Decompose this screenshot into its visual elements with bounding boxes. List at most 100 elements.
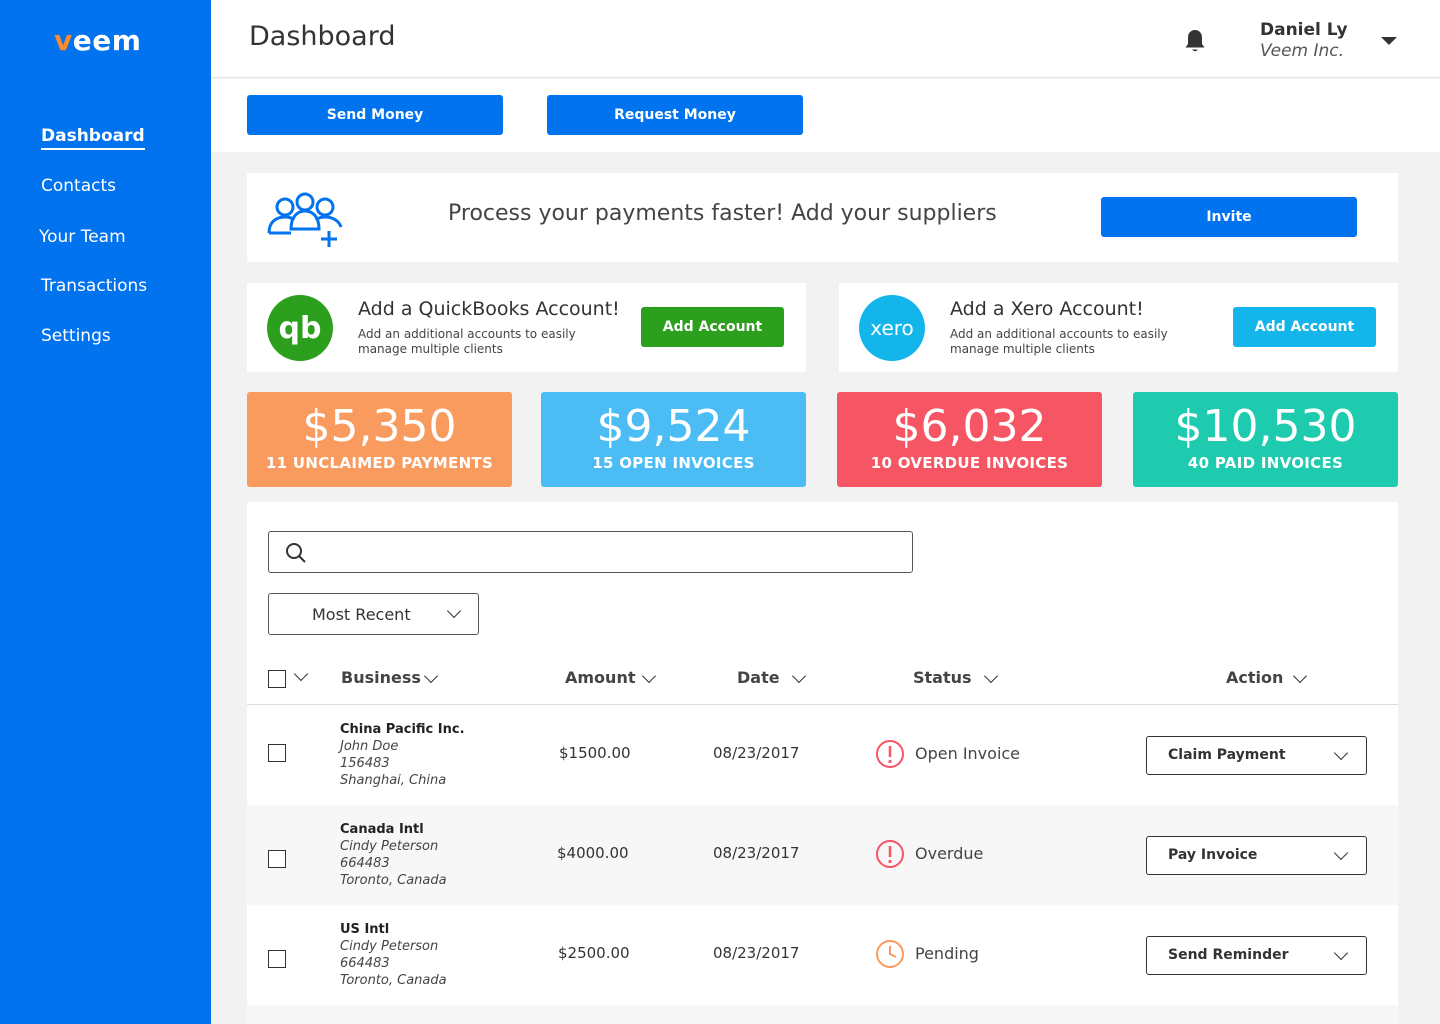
status-text: Open Invoice: [915, 744, 1021, 763]
date-cell: 08/23/2017: [713, 744, 800, 762]
column-header-business[interactable]: Business: [341, 668, 421, 687]
column-header-status[interactable]: Status: [913, 668, 972, 687]
select-all-checkbox[interactable]: [268, 670, 286, 688]
business-location: Shanghai, China: [340, 773, 447, 788]
row-action-dropdown[interactable]: Pay Invoice: [1146, 836, 1367, 875]
business-id: 156483: [340, 756, 390, 771]
stat-amount: $9,524: [596, 401, 751, 452]
stat-amount: $6,032: [892, 401, 1047, 452]
amount-cell: $1500.00: [559, 744, 631, 762]
column-header-amount[interactable]: Amount: [565, 668, 635, 687]
chevron-down-icon[interactable]: [791, 668, 807, 684]
sort-dropdown[interactable]: Most Recent: [268, 593, 479, 635]
quickbooks-logo-icon: qb: [267, 295, 333, 361]
xero-card: xero Add a Xero Account! Add an addition…: [839, 283, 1398, 372]
alert-circle-icon: [876, 740, 904, 768]
column-label: Date: [737, 668, 780, 687]
business-contact: John Doe: [340, 739, 399, 754]
sidebar-item-dashboard[interactable]: Dashboard: [41, 126, 145, 150]
search-box[interactable]: [268, 531, 913, 573]
action-label: Send Reminder: [1168, 947, 1289, 963]
business-contact: Cindy Peterson: [340, 839, 439, 854]
column-label: Business: [341, 668, 421, 687]
transactions-panel: Most Recent Business Amount Date Status …: [247, 502, 1398, 1024]
business-location: Toronto, Canada: [340, 873, 447, 888]
row-checkbox[interactable]: [268, 744, 286, 762]
user-menu-caret-icon[interactable]: [1381, 37, 1397, 45]
business-name: Canada Intl: [340, 822, 424, 837]
column-header-action[interactable]: Action: [1226, 668, 1283, 687]
chevron-down-icon[interactable]: [1292, 668, 1308, 684]
row-checkbox[interactable]: [268, 950, 286, 968]
chevron-down-icon: [446, 603, 462, 619]
amount-cell: $2500.00: [558, 944, 630, 962]
clock-icon: [876, 940, 904, 968]
business-name: China Pacific Inc.: [340, 722, 465, 737]
top-header: Dashboard Daniel Ly Veem Inc.: [211, 0, 1440, 78]
column-label: Action: [1226, 668, 1284, 687]
quickbooks-description: Add an additional accounts to easily man…: [358, 327, 576, 356]
add-xero-account-button[interactable]: Add Account: [1233, 307, 1376, 347]
stat-unclaimed-payments[interactable]: $5,350 11 UNCLAIMED PAYMENTS: [247, 392, 512, 487]
stat-amount: $5,350: [302, 401, 457, 452]
sidebar-item-settings[interactable]: Settings: [41, 326, 111, 346]
chevron-down-icon[interactable]: [641, 668, 657, 684]
column-label: Amount: [565, 668, 636, 687]
xero-logo-icon: xero: [859, 295, 925, 361]
send-money-button[interactable]: Send Money: [247, 95, 503, 135]
quickbooks-card: qb Add a QuickBooks Account! Add an addi…: [247, 283, 806, 372]
action-label: Pay Invoice: [1168, 847, 1258, 863]
stat-label: 11 UNCLAIMED PAYMENTS: [265, 454, 494, 472]
chevron-down-icon[interactable]: [423, 668, 439, 684]
action-label: Claim Payment: [1168, 747, 1286, 763]
alert-circle-icon: [876, 840, 904, 868]
business-contact: Cindy Peterson: [340, 939, 439, 954]
chevron-down-icon[interactable]: [983, 668, 999, 684]
xero-title: Add a Xero Account!: [950, 298, 1144, 320]
stat-label: 15 OPEN INVOICES: [592, 454, 755, 472]
invite-message: Process your payments faster! Add your s…: [448, 201, 997, 226]
sidebar-item-transactions[interactable]: Transactions: [41, 276, 147, 296]
row-checkbox[interactable]: [268, 850, 286, 868]
chevron-down-icon: [1333, 945, 1349, 961]
search-icon: [286, 543, 306, 563]
business-location: Toronto, Canada: [340, 973, 447, 988]
business-id: 664483: [340, 956, 390, 971]
stat-label: 40 PAID INVOICES: [1187, 454, 1344, 472]
business-id: 664483: [340, 856, 390, 871]
stat-paid-invoices[interactable]: $10,530 40 PAID INVOICES: [1133, 392, 1398, 487]
sidebar-item-contacts[interactable]: Contacts: [41, 176, 116, 196]
amount-cell: $4000.00: [557, 844, 629, 862]
table-row[interactable]: China Pacific Inc. John Doe 156483 Shang…: [247, 705, 1398, 805]
stat-overdue-invoices[interactable]: $6,032 10 OVERDUE INVOICES: [837, 392, 1102, 487]
chevron-down-icon: [1333, 845, 1349, 861]
stat-label: 10 OVERDUE INVOICES: [870, 454, 1069, 472]
column-header-date[interactable]: Date: [737, 668, 780, 687]
business-name: US Intl: [340, 922, 390, 937]
search-input[interactable]: [317, 538, 897, 566]
bell-icon[interactable]: [1183, 28, 1207, 54]
date-cell: 08/23/2017: [713, 844, 800, 862]
quickbooks-title: Add a QuickBooks Account!: [358, 298, 620, 320]
veem-logo[interactable]: veem: [54, 24, 141, 57]
column-label: Status: [913, 668, 972, 687]
table-row[interactable]: [247, 1005, 1398, 1024]
sidebar-item-your-team[interactable]: Your Team: [39, 227, 126, 247]
chevron-down-icon[interactable]: [293, 666, 309, 682]
table-row[interactable]: US Intl Cindy Peterson 664483 Toronto, C…: [247, 905, 1398, 1005]
row-action-dropdown[interactable]: Send Reminder: [1146, 936, 1367, 975]
chevron-down-icon: [1333, 745, 1349, 761]
user-name[interactable]: Daniel Ly: [1260, 20, 1348, 40]
table-row[interactable]: Canada Intl Cindy Peterson 664483 Toront…: [247, 805, 1398, 905]
stat-amount: $10,530: [1174, 401, 1357, 452]
date-cell: 08/23/2017: [713, 944, 800, 962]
sidebar: veem Dashboard Contacts Your Team Transa…: [0, 0, 211, 1024]
row-action-dropdown[interactable]: Claim Payment: [1146, 736, 1367, 775]
add-quickbooks-account-button[interactable]: Add Account: [641, 307, 784, 347]
action-bar: Send Money Request Money: [211, 79, 1440, 152]
stat-open-invoices[interactable]: $9,524 15 OPEN INVOICES: [541, 392, 806, 487]
request-money-button[interactable]: Request Money: [547, 95, 803, 135]
xero-description: Add an additional accounts to easily man…: [950, 327, 1168, 356]
table-header: Business Amount Date Status Action: [247, 654, 1398, 705]
invite-button[interactable]: Invite: [1101, 197, 1357, 237]
